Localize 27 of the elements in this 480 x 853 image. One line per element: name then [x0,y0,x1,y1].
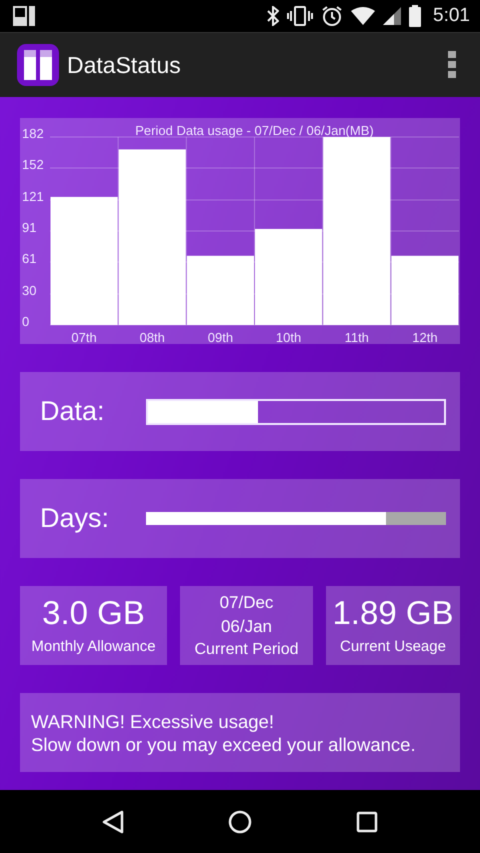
axis-label: 0 [22,314,30,329]
chart-title: Period Data usage - 07/Dec / 06/Jan(MB) [135,123,374,138]
period-end: 06/Jan [220,616,272,638]
axis-label: 121 [22,189,44,204]
warning-text: Slow down or you may exceed your allowance. [31,732,417,756]
axis-label: 12th [412,330,438,344]
clock-time: 5:01 [433,5,470,27]
axis-label: 91 [22,220,36,235]
stat-caption: Current Useage [340,636,446,656]
meter-label: Days: [40,503,110,534]
meter-label: Data: [40,396,106,427]
axis-label: 61 [22,251,36,266]
axis-label: 11th [344,330,369,344]
axis-label: 07th [71,330,97,344]
axis-label: 08th [140,330,165,344]
axis-label: 09th [208,330,234,344]
stat-caption: Current Period [194,640,299,660]
stat-value: 3.0 GB [42,594,145,632]
app-title: DataStatus [67,52,182,78]
stat-caption: Monthly Allowance [31,636,156,656]
period-start: 07/Dec [220,592,274,614]
axis-label: 152 [22,157,44,172]
axis-label: 30 [22,283,36,298]
axis-label: 182 [22,126,44,141]
stat-value: 1.89 GB [332,594,454,632]
warning-text: WARNING! Excessive usage! [31,710,275,732]
axis-label: 10th [276,330,302,344]
